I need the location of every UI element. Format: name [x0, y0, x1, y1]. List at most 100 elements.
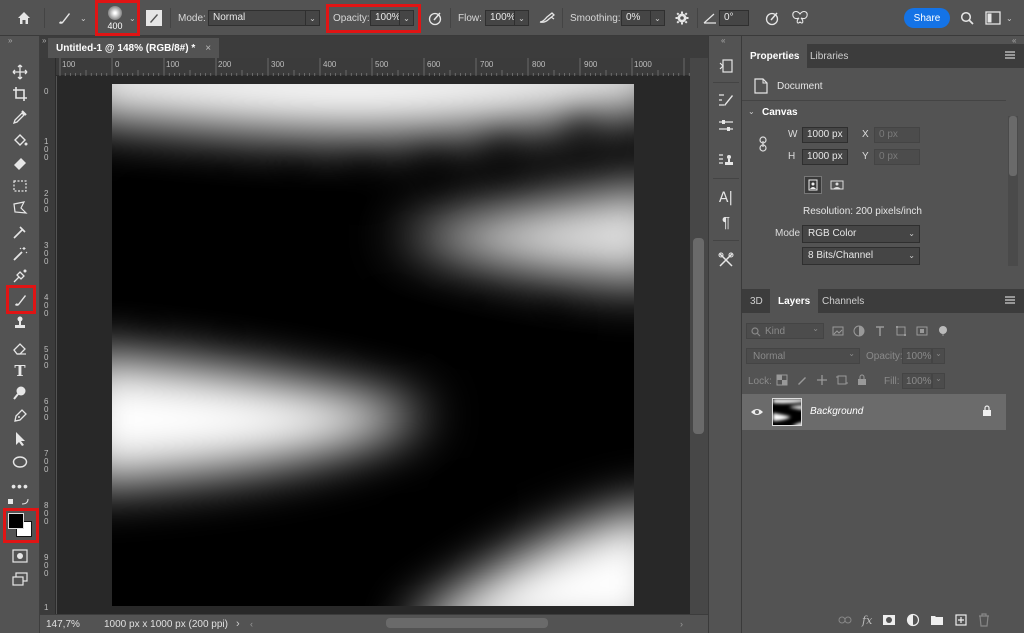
- chevron-down-icon[interactable]: ⌄: [651, 10, 665, 26]
- layer-thumbnail[interactable]: [772, 398, 802, 426]
- y-input[interactable]: 0 px: [874, 149, 920, 165]
- move-tool-icon[interactable]: [10, 62, 30, 82]
- canvas-section-heading[interactable]: Canvas: [762, 107, 798, 118]
- screen-mode-icon[interactable]: [10, 569, 30, 589]
- smoothing-field[interactable]: 0% ⌄: [621, 0, 665, 36]
- close-icon[interactable]: ×: [205, 43, 211, 54]
- lock-artboard-icon[interactable]: [836, 374, 848, 386]
- scroll-left-icon[interactable]: ‹: [250, 619, 253, 629]
- flow-value[interactable]: 100%: [485, 10, 515, 26]
- fx-icon[interactable]: fx: [862, 614, 872, 627]
- fill-field[interactable]: 100%: [902, 373, 932, 389]
- magic-wand-tool-icon[interactable]: [10, 244, 30, 264]
- dodge-tool-icon[interactable]: [10, 383, 30, 403]
- chevron-down-icon[interactable]: ⌄: [1006, 14, 1013, 23]
- horizontal-scrollbar-thumb[interactable]: [386, 618, 548, 628]
- eraser-tool-icon[interactable]: [10, 153, 30, 173]
- angle-value[interactable]: 0°: [719, 10, 749, 26]
- layer-name[interactable]: Background: [810, 406, 863, 417]
- lock-image-icon[interactable]: [796, 374, 808, 386]
- type-tool-icon[interactable]: T: [10, 361, 30, 381]
- shape-filter-icon[interactable]: [895, 325, 907, 337]
- chevron-down-icon[interactable]: ⌄: [515, 10, 529, 26]
- chevron-down-icon[interactable]: ⌄: [932, 348, 945, 364]
- spot-healing-tool-icon[interactable]: [10, 266, 30, 286]
- document-tab[interactable]: Untitled-1 @ 148% (RGB/8#) * ×: [48, 38, 220, 58]
- pressure-size-icon[interactable]: [764, 0, 780, 36]
- paragraph-panel-icon[interactable]: ¶: [716, 212, 736, 232]
- swap-colors-icon[interactable]: [8, 498, 30, 506]
- panel-menu-icon[interactable]: [1004, 50, 1016, 63]
- chevron-down-icon[interactable]: ⌄: [80, 14, 87, 23]
- document-canvas[interactable]: [112, 84, 634, 606]
- pressure-opacity-icon[interactable]: [427, 0, 443, 36]
- layer-filter-kind[interactable]: Kind ⌄: [746, 323, 824, 339]
- collapse-icon[interactable]: »: [42, 36, 46, 45]
- status-info-menu-icon[interactable]: ›: [236, 618, 240, 630]
- tab-properties[interactable]: Properties: [742, 44, 808, 68]
- lock-all-icon[interactable]: [856, 374, 868, 386]
- share-button[interactable]: Share: [904, 8, 950, 28]
- paint-bucket-tool-icon[interactable]: [10, 130, 30, 150]
- horizontal-ruler[interactable]: 100 0 100 200 300 400 500 600 700 800 90…: [56, 58, 690, 76]
- link-icon[interactable]: [758, 136, 768, 155]
- type-filter-icon[interactable]: [874, 325, 886, 337]
- angle-field[interactable]: 0°: [719, 0, 749, 36]
- tool-presets-icon[interactable]: [716, 250, 736, 270]
- character-panel-icon[interactable]: A|: [716, 188, 736, 208]
- bit-depth-dropdown[interactable]: 8 Bits/Channel ⌄: [802, 247, 920, 265]
- mode-dropdown[interactable]: Normal ⌄: [208, 0, 320, 36]
- crop-tool-icon[interactable]: [10, 84, 30, 104]
- collapse-icon[interactable]: «: [721, 36, 725, 45]
- layer-row-background[interactable]: Background: [742, 394, 1006, 430]
- path-tool-icon[interactable]: [10, 406, 30, 426]
- height-input[interactable]: 1000 px: [802, 149, 848, 165]
- pen-tool-icon[interactable]: [10, 222, 30, 242]
- tab-channels[interactable]: Channels: [814, 289, 872, 313]
- chevron-down-icon[interactable]: ⌄: [932, 373, 945, 389]
- properties-scrollbar[interactable]: [1008, 116, 1018, 266]
- adjustment-layer-icon[interactable]: [906, 613, 920, 627]
- filter-toggle-icon[interactable]: [937, 325, 949, 337]
- new-group-icon[interactable]: [930, 614, 944, 626]
- eye-visibility-icon[interactable]: [750, 407, 764, 420]
- new-layer-icon[interactable]: [954, 613, 968, 627]
- brush-tool-preset-icon[interactable]: ⌄: [56, 0, 87, 36]
- lasso-tool-icon[interactable]: [10, 198, 30, 218]
- symmetry-butterfly-icon[interactable]: [791, 0, 809, 36]
- clone-stamp-tool-icon[interactable]: [10, 313, 30, 333]
- clone-source-icon[interactable]: [716, 150, 736, 170]
- airbrush-icon[interactable]: [538, 0, 556, 36]
- tab-libraries[interactable]: Libraries: [802, 44, 856, 68]
- more-tools-icon[interactable]: •••: [10, 476, 30, 496]
- ellipse-tool-icon[interactable]: [10, 452, 30, 472]
- lock-icon[interactable]: [982, 405, 992, 420]
- lock-transparent-icon[interactable]: [776, 374, 788, 386]
- flow-field[interactable]: 100% ⌄: [485, 0, 529, 36]
- scroll-right-icon[interactable]: ›: [680, 619, 683, 629]
- layer-opacity-field[interactable]: 100%: [902, 348, 932, 364]
- home-icon[interactable]: [16, 0, 32, 36]
- workspace-icon[interactable]: ⌄: [985, 0, 1013, 36]
- blend-mode-dropdown[interactable]: Normal ⌄: [746, 348, 860, 364]
- trash-icon[interactable]: [978, 613, 990, 627]
- panel-menu-icon[interactable]: [1004, 295, 1016, 308]
- eraser-icon[interactable]: [10, 338, 30, 358]
- vertical-ruler[interactable]: 0 1 0 0 2 0 0 3 0 0 4 0 0 5 0 0 6 0 0 7 …: [40, 58, 56, 614]
- adjustments-sliders-icon[interactable]: [716, 116, 736, 136]
- tab-layers[interactable]: Layers: [770, 289, 819, 313]
- marquee-tool-icon[interactable]: [10, 176, 30, 196]
- collapse-icon[interactable]: »: [8, 36, 12, 45]
- search-icon[interactable]: [960, 0, 974, 36]
- x-input[interactable]: 0 px: [874, 127, 920, 143]
- lock-position-icon[interactable]: [816, 374, 828, 386]
- smoothing-value[interactable]: 0%: [621, 10, 651, 26]
- landscape-orientation-icon[interactable]: [828, 176, 846, 194]
- vertical-scrollbar-thumb[interactable]: [693, 238, 704, 434]
- brush-settings-panel-icon[interactable]: [716, 90, 736, 110]
- tab-3d[interactable]: 3D: [742, 289, 771, 313]
- smart-object-filter-icon[interactable]: [916, 325, 928, 337]
- link-layers-icon[interactable]: [838, 615, 852, 625]
- brush-settings-icon[interactable]: [146, 0, 162, 36]
- pixel-filter-icon[interactable]: [832, 325, 844, 337]
